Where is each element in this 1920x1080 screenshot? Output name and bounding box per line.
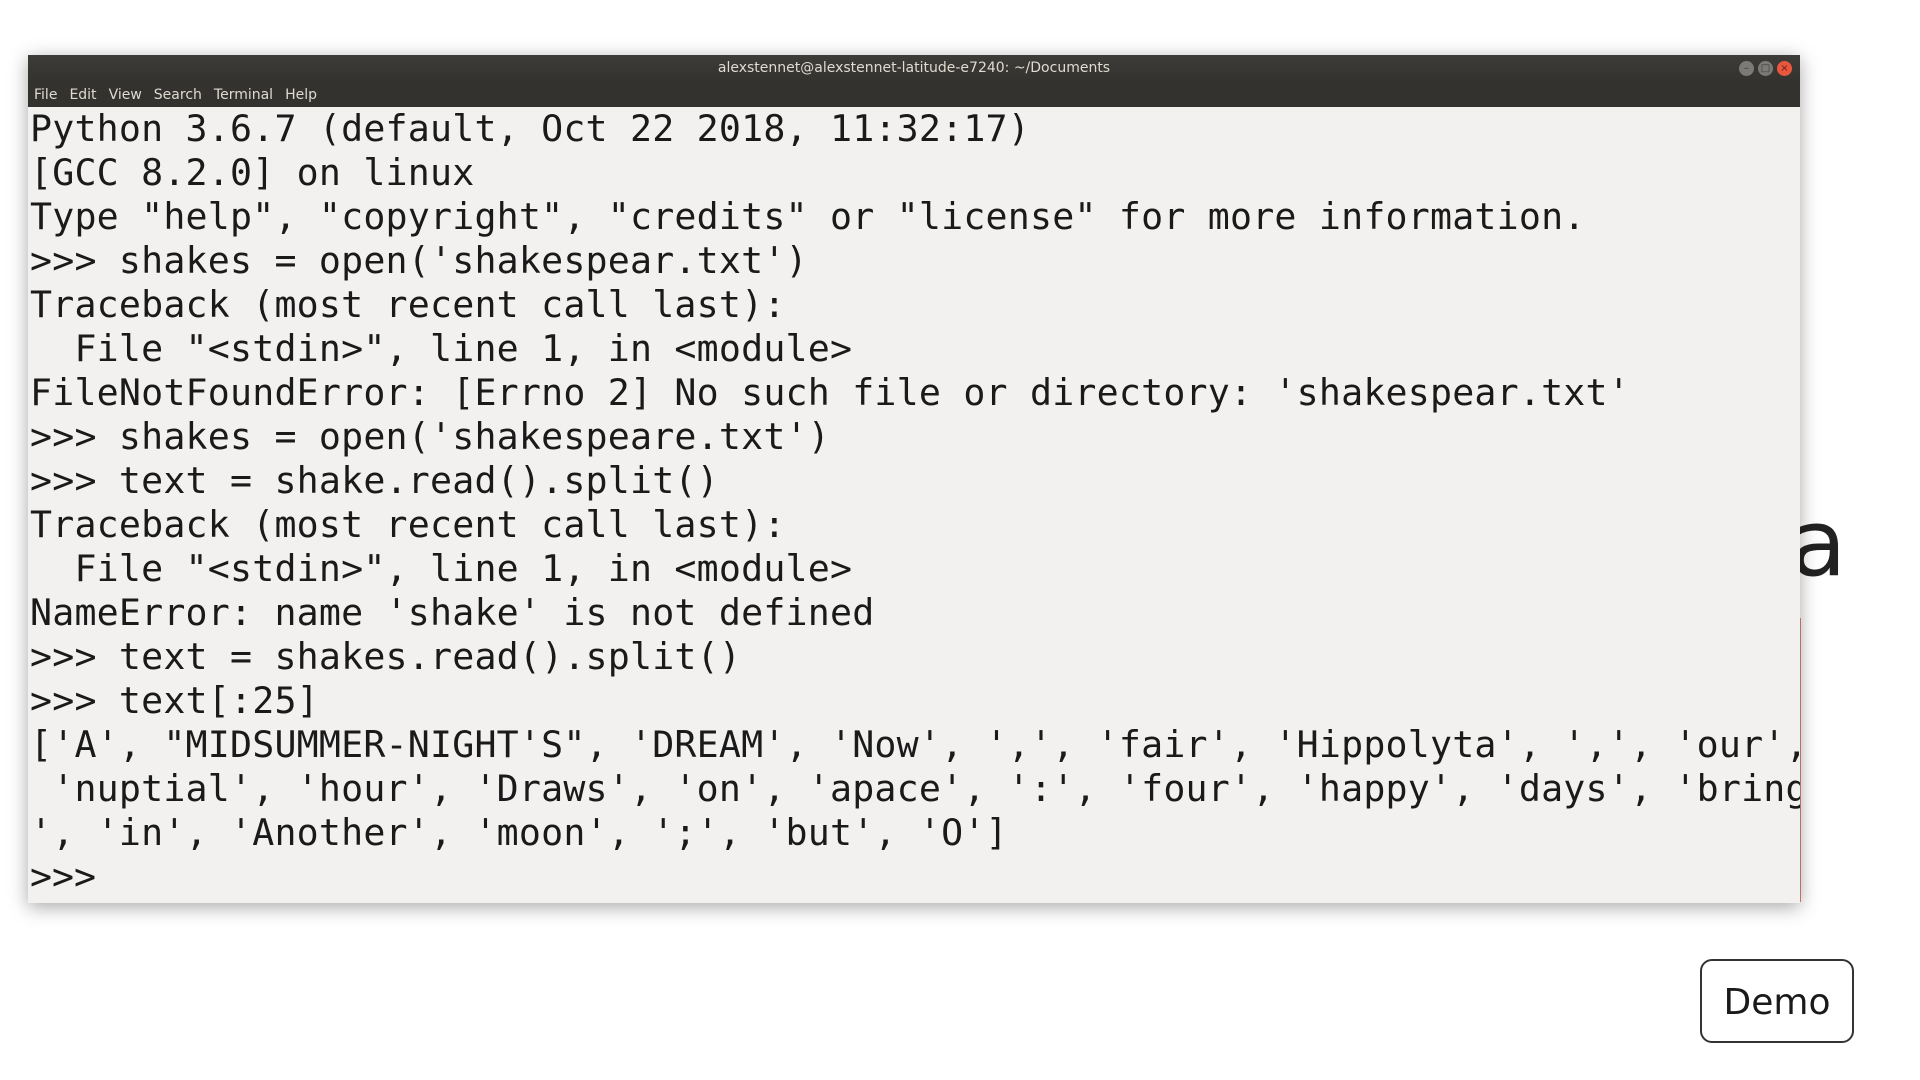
- terminal-prompt[interactable]: >>>: [30, 855, 1800, 899]
- terminal-line: Traceback (most recent call last):: [30, 283, 786, 326]
- menu-search[interactable]: Search: [154, 87, 202, 103]
- terminal-line: File "<stdin>", line 1, in <module>: [30, 547, 853, 590]
- terminal-output[interactable]: Python 3.6.7 (default, Oct 22 2018, 11:3…: [28, 107, 1800, 903]
- menu-bar: File Edit View Search Terminal Help: [28, 82, 1800, 107]
- terminal-line: >>> shakes = open('shakespeare.txt'): [30, 415, 830, 458]
- menu-file[interactable]: File: [34, 87, 57, 103]
- terminal-line: NameError: name 'shake' is not defined: [30, 591, 875, 634]
- terminal-line: [GCC 8.2.0] on linux: [30, 151, 475, 194]
- minimize-icon[interactable]: –: [1739, 61, 1754, 76]
- terminal-line: FileNotFoundError: [Errno 2] No such fil…: [30, 371, 1630, 414]
- terminal-line: Python 3.6.7 (default, Oct 22 2018, 11:3…: [30, 107, 1030, 150]
- terminal-line: >>> text = shake.read().split(): [30, 459, 719, 502]
- window-controls: – □ ×: [1739, 61, 1792, 76]
- terminal-line: >>> shakes = open('shakespear.txt'): [30, 239, 808, 282]
- terminal-window[interactable]: alexstennet@alexstennet-latitude-e7240: …: [28, 55, 1800, 903]
- window-titlebar[interactable]: alexstennet@alexstennet-latitude-e7240: …: [28, 55, 1800, 82]
- menu-terminal[interactable]: Terminal: [214, 87, 273, 103]
- window-title: alexstennet@alexstennet-latitude-e7240: …: [717, 60, 1111, 76]
- terminal-line: >>> text = shakes.read().split(): [30, 635, 742, 678]
- menu-view[interactable]: View: [109, 87, 142, 103]
- close-icon[interactable]: ×: [1777, 61, 1792, 76]
- menu-edit[interactable]: Edit: [69, 87, 96, 103]
- maximize-icon[interactable]: □: [1758, 61, 1773, 76]
- terminal-line: ['A', "MIDSUMMER-NIGHT'S", 'DREAM', 'Now…: [30, 723, 1800, 766]
- terminal-line: Traceback (most recent call last):: [30, 503, 786, 546]
- terminal-line: >>> text[:25]: [30, 679, 319, 722]
- terminal-line: File "<stdin>", line 1, in <module>: [30, 327, 853, 370]
- terminal-line: 'nuptial', 'hour', 'Draws', 'on', 'apace…: [30, 767, 1800, 810]
- menu-help[interactable]: Help: [285, 87, 317, 103]
- terminal-line: Type "help", "copyright", "credits" or "…: [30, 195, 1586, 238]
- demo-button[interactable]: Demo: [1700, 959, 1854, 1043]
- terminal-line: ', 'in', 'Another', 'moon', ';', 'but', …: [30, 811, 1008, 854]
